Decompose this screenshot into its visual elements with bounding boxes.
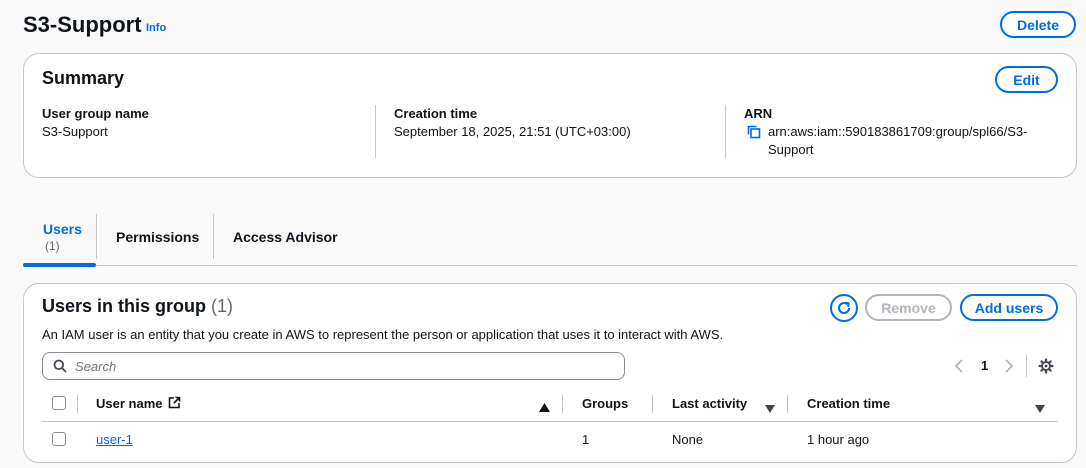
- chevron-right-icon[interactable]: [1004, 358, 1014, 374]
- external-link-icon: [168, 396, 181, 409]
- column-divider: [787, 395, 788, 413]
- column-header-groups[interactable]: Groups: [582, 396, 628, 411]
- search-input[interactable]: [75, 357, 615, 375]
- tab-divider: [213, 214, 214, 259]
- page-number[interactable]: 1: [981, 358, 988, 373]
- edit-button[interactable]: Edit: [995, 66, 1058, 93]
- users-panel-count: (1): [211, 296, 234, 316]
- arn-value-line1: arn:aws:iam::590183861709:group/spl66/S3…: [768, 124, 1028, 139]
- users-panel-title: Users in this group (1): [42, 296, 233, 317]
- info-link[interactable]: Info: [146, 22, 166, 34]
- arn-label: ARN: [744, 106, 773, 121]
- delete-button[interactable]: Delete: [1000, 11, 1076, 38]
- last-activity-cell: None: [672, 432, 704, 447]
- refresh-button[interactable]: [830, 294, 858, 322]
- remove-button[interactable]: Remove: [865, 294, 952, 321]
- divider: [725, 105, 726, 158]
- page-title: S3-Support: [23, 12, 142, 37]
- divider: [375, 105, 376, 158]
- tab-access-advisor[interactable]: Access Advisor: [233, 229, 338, 245]
- copy-icon[interactable]: [747, 125, 761, 139]
- user-name-link[interactable]: user-1: [96, 432, 133, 447]
- chevron-left-icon[interactable]: [954, 358, 964, 374]
- tabs-baseline: [23, 265, 1077, 266]
- select-all-checkbox[interactable]: [52, 396, 66, 410]
- group-name-value: S3-Support: [42, 124, 108, 139]
- column-header-last-activity[interactable]: Last activity: [672, 396, 747, 411]
- column-header-user-name[interactable]: User name: [96, 396, 181, 411]
- add-users-button[interactable]: Add users: [960, 294, 1058, 321]
- creation-time-value: September 18, 2025, 21:51 (UTC+03:00): [394, 124, 631, 139]
- tab-divider: [96, 214, 97, 259]
- active-tab-indicator: [23, 263, 96, 267]
- row-checkbox[interactable]: [52, 432, 66, 446]
- sort-descending-icon[interactable]: [765, 400, 775, 413]
- column-header-user-name-label: User name: [96, 396, 163, 411]
- search-icon: [53, 359, 67, 373]
- sort-ascending-icon[interactable]: [539, 399, 550, 412]
- column-header-creation-time[interactable]: Creation time: [807, 396, 890, 411]
- gear-icon[interactable]: [1038, 358, 1054, 374]
- tab-users-count: (1): [45, 239, 60, 253]
- tab-users[interactable]: Users: [43, 221, 82, 237]
- pagination-divider: [1026, 355, 1027, 377]
- sort-descending-icon[interactable]: [1035, 400, 1045, 413]
- search-box[interactable]: [42, 352, 625, 380]
- creation-time-label: Creation time: [394, 106, 478, 121]
- summary-card: [23, 53, 1077, 178]
- arn-value-line2: Support: [768, 142, 814, 157]
- column-divider: [77, 395, 78, 413]
- creation-time-cell: 1 hour ago: [807, 432, 870, 447]
- table-header-separator: [42, 421, 1058, 422]
- groups-cell: 1: [582, 432, 590, 447]
- group-name-label: User group name: [42, 106, 149, 121]
- tab-permissions[interactable]: Permissions: [116, 229, 199, 245]
- column-divider: [562, 395, 563, 413]
- column-divider: [652, 395, 653, 413]
- refresh-icon: [836, 300, 852, 316]
- users-panel-title-text: Users in this group: [42, 296, 207, 316]
- users-panel-description: An IAM user is an entity that you create…: [42, 327, 724, 342]
- summary-title: Summary: [42, 68, 125, 88]
